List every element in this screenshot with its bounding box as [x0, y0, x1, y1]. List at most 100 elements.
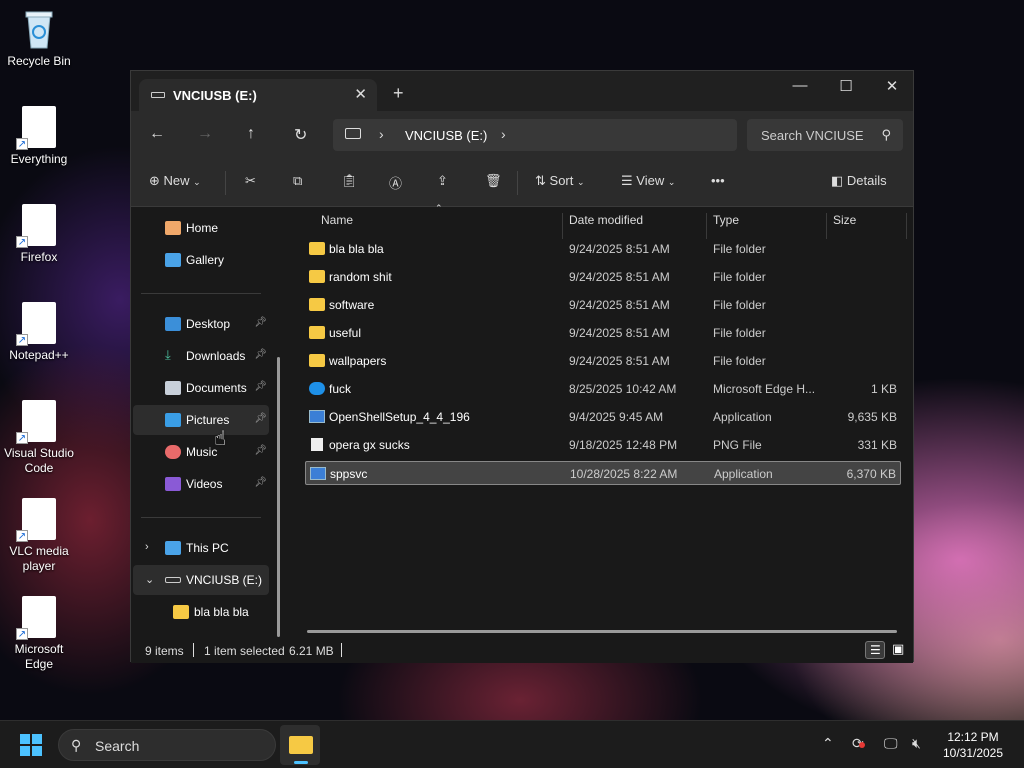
chevron-down-icon[interactable]: ⌄: [145, 573, 154, 586]
file-row[interactable]: useful 9/24/2025 8:51 AM File folder: [305, 321, 901, 345]
breadcrumb[interactable]: VNCIUSB (E:): [405, 128, 487, 143]
sidebar-item-this-pc[interactable]: › This PC: [133, 533, 269, 563]
sync-icon[interactable]: ⟳: [852, 735, 865, 752]
column-divider[interactable]: [706, 213, 707, 239]
sidebar-item-bla-bla-bla[interactable]: bla bla bla: [133, 597, 269, 627]
sidebar-item-videos[interactable]: Videos 📌︎: [133, 469, 269, 499]
column-divider[interactable]: [906, 213, 907, 239]
file-name: software: [329, 298, 375, 312]
sidebar-item-pictures[interactable]: Pictures 📌︎: [133, 405, 269, 435]
toolbar-divider: [517, 171, 518, 195]
sort-button[interactable]: ⇅ Sort ⌄: [535, 173, 585, 189]
sidebar-item-music[interactable]: Music 📌︎: [133, 437, 269, 467]
sidebar-item-home[interactable]: Home: [133, 213, 269, 243]
maximize-button[interactable]: ☐: [823, 77, 869, 95]
sidebar-item-desktop[interactable]: Desktop 📌︎: [133, 309, 269, 339]
column-header-date[interactable]: Date modified: [569, 213, 643, 227]
horizontal-scrollbar[interactable]: [307, 630, 897, 633]
windows-logo-icon: [32, 734, 42, 744]
this-pc-icon: [165, 541, 181, 555]
tab-vnciusb[interactable]: VNCIUSB (E:) ✕: [139, 79, 377, 111]
tab-close-button[interactable]: ✕: [354, 85, 367, 103]
start-button[interactable]: [20, 734, 42, 756]
taskbar-search[interactable]: ⚲ Search: [58, 729, 276, 761]
pin-icon[interactable]: 📌︎: [254, 445, 267, 456]
sidebar-item-label: Gallery: [186, 253, 225, 267]
taskbar-file-explorer[interactable]: [280, 725, 320, 765]
rename-icon[interactable]: Ⓐ: [389, 173, 402, 192]
file-row[interactable]: bla bla bla 9/24/2025 8:51 AM File folder: [305, 237, 901, 261]
pin-icon[interactable]: 📌︎: [254, 349, 267, 360]
up-button[interactable]: ↑: [247, 125, 255, 143]
column-header-size[interactable]: Size: [833, 213, 856, 227]
new-button[interactable]: ⊕ New ⌄: [149, 173, 201, 189]
address-bar[interactable]: › VNCIUSB (E:) ›: [333, 119, 737, 151]
desktop-icon-edge[interactable]: ↗ Microsoft Edge: [0, 596, 78, 672]
sidebar-item-downloads[interactable]: ⤓ Downloads 📌︎: [133, 341, 269, 371]
close-button[interactable]: ✕: [869, 77, 915, 95]
column-divider[interactable]: [562, 213, 563, 239]
copy-icon[interactable]: ⧉: [293, 173, 302, 189]
delete-icon[interactable]: 🗑︎: [485, 173, 502, 189]
column-header-name[interactable]: Name: [321, 213, 353, 227]
chevron-right-icon[interactable]: ›: [379, 126, 384, 142]
sidebar-item-label: bla bla bla: [194, 605, 249, 619]
chevron-up-icon[interactable]: ⌃: [822, 735, 834, 752]
file-row[interactable]: sppsvc 10/28/2025 8:22 AM Application 6,370…: [305, 461, 901, 485]
file-date: 9/24/2025 8:51 AM: [569, 242, 670, 256]
new-tab-button[interactable]: +: [393, 83, 404, 104]
minimize-button[interactable]: —: [777, 77, 823, 94]
volume-muted-icon[interactable]: 🔇︎: [912, 735, 921, 752]
tiles-view-button[interactable]: ▣: [889, 641, 909, 659]
file-type: File folder: [713, 326, 766, 340]
sidebar-item-gallery[interactable]: Gallery: [133, 245, 269, 275]
file-row[interactable]: wallpapers 9/24/2025 8:51 AM File folder: [305, 349, 901, 373]
network-icon[interactable]: 🖵︎: [884, 735, 898, 752]
file-row[interactable]: fuck 8/25/2025 10:42 AM Microsoft Edge H..…: [305, 377, 901, 401]
desktop-icon-label: VLC media player: [9, 544, 69, 573]
windows-logo-icon: [32, 746, 42, 756]
file-date: 9/4/2025 9:45 AM: [569, 410, 664, 424]
column-header-type[interactable]: Type: [713, 213, 739, 227]
back-button[interactable]: ←: [149, 125, 165, 143]
sidebar-item-vnciusb[interactable]: ⌄ VNCIUSB (E:): [133, 565, 269, 595]
pin-icon[interactable]: 📌︎: [254, 413, 267, 424]
refresh-button[interactable]: ↻: [294, 125, 307, 145]
cut-icon[interactable]: ✂: [245, 173, 256, 189]
pin-icon[interactable]: 📌︎: [254, 477, 267, 488]
desktop-icon-firefox[interactable]: ↗ Firefox: [0, 204, 78, 265]
search-box[interactable]: Search VNCIUSE ⚲: [747, 119, 903, 151]
forward-button[interactable]: →: [197, 125, 213, 143]
details-button[interactable]: ◧ Details: [831, 173, 887, 189]
desktop-icon-vlc[interactable]: ↗ VLC media player: [0, 498, 78, 574]
file-type: Application: [713, 410, 772, 424]
file-row[interactable]: random shit 9/24/2025 8:51 AM File folder: [305, 265, 901, 289]
chevron-right-icon[interactable]: ›: [501, 126, 506, 142]
desktop-icon-everything[interactable]: ↗ Everything: [0, 106, 78, 167]
details-view-button[interactable]: ☰: [865, 641, 885, 659]
file-name: opera gx sucks: [329, 438, 410, 452]
more-options-button[interactable]: •••: [711, 173, 725, 188]
desktop-icon-notepad-plus-plus[interactable]: ↗ Notepad++: [0, 302, 78, 363]
file-list: Name ⌃ Date modified Type Size bla bla b…: [289, 203, 913, 637]
system-clock[interactable]: 12:12 PM 10/31/2025: [938, 729, 1008, 761]
sidebar-item-documents[interactable]: Documents 📌︎: [133, 373, 269, 403]
folder-icon: [173, 605, 189, 619]
sidebar-scrollbar[interactable]: [277, 357, 280, 637]
file-row[interactable]: OpenShellSetup_4_4_196 9/4/2025 9:45 AM Ap…: [305, 405, 901, 429]
file-type: PNG File: [713, 438, 762, 452]
file-name: useful: [329, 326, 362, 340]
chevron-right-icon[interactable]: ›: [145, 541, 149, 553]
desktop-icon-vscode[interactable]: ↗ Visual Studio Code: [0, 400, 78, 476]
share-icon[interactable]: ⇪: [437, 173, 448, 189]
file-name: OpenShellSetup_4_4_196: [329, 410, 470, 424]
paste-icon[interactable]: 📋︎: [341, 173, 358, 189]
column-divider[interactable]: [826, 213, 827, 239]
sidebar-item-label: VNCIUSB (E:): [186, 573, 263, 587]
pin-icon[interactable]: 📌︎: [254, 381, 267, 392]
desktop-icon-recycle-bin[interactable]: Recycle Bin: [0, 8, 78, 69]
view-button[interactable]: ☰ View ⌄: [621, 173, 675, 189]
pin-icon[interactable]: 📌︎: [254, 317, 267, 328]
file-row[interactable]: opera gx sucks 9/18/2025 12:48 PM PNG File…: [305, 433, 901, 457]
file-row[interactable]: software 9/24/2025 8:51 AM File folder: [305, 293, 901, 317]
